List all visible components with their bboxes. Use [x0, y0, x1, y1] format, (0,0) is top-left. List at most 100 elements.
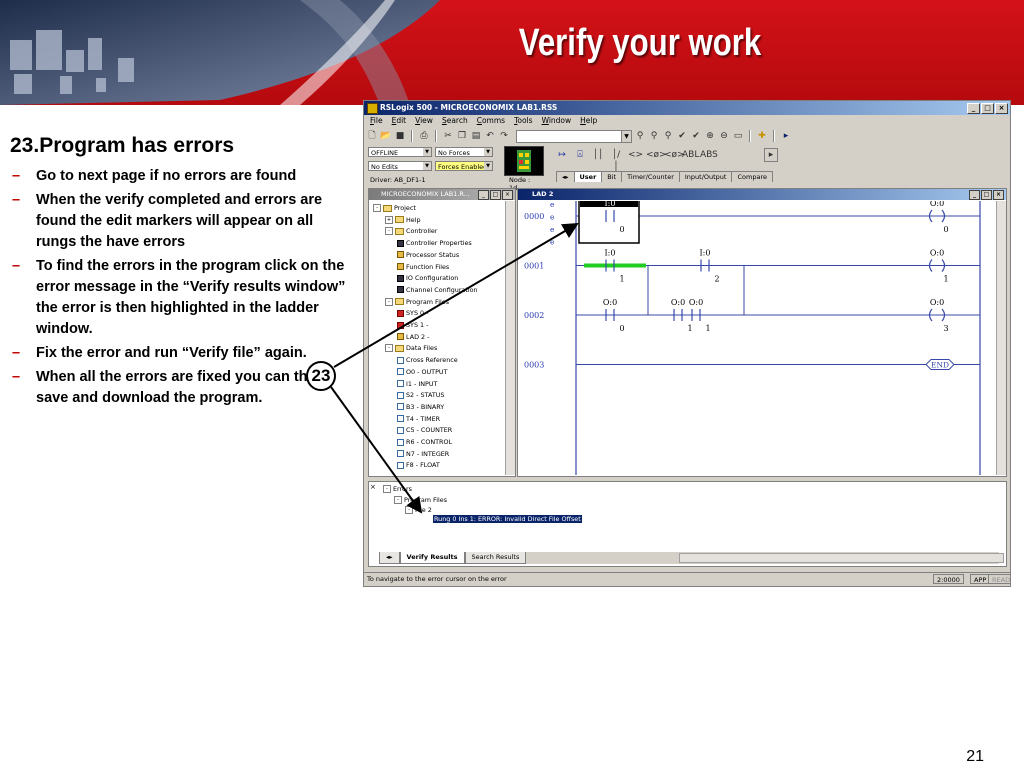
- tree-item[interactable]: + Help: [385, 215, 421, 225]
- tab-scroll-left[interactable]: ◂▸: [556, 171, 575, 182]
- processor-status-icon[interactable]: [504, 146, 544, 176]
- edits-select[interactable]: No Edits ▼: [368, 161, 432, 171]
- zoom-out-icon[interactable]: ⊖: [718, 130, 730, 142]
- chevron-down-icon[interactable]: ▼: [423, 148, 431, 156]
- menu-edit[interactable]: Edit: [392, 115, 407, 127]
- abl-icon[interactable]: ABL: [682, 149, 699, 161]
- chevron-down-icon[interactable]: ▼: [621, 130, 631, 142]
- scroll-right-icon[interactable]: ▸: [764, 148, 778, 162]
- close-button[interactable]: ×: [993, 190, 1004, 200]
- new-icon[interactable]: 🗋: [366, 130, 378, 142]
- forces-enabled-select[interactable]: Forces Enabled ▼: [435, 161, 493, 171]
- branch-icon[interactable]: ⍓: [574, 149, 586, 161]
- window-icon[interactable]: ▭: [732, 130, 744, 142]
- tab-compare[interactable]: Compare: [731, 171, 773, 182]
- tree-item[interactable]: C5 - COUNTER: [397, 425, 452, 435]
- chevron-down-icon[interactable]: ▼: [484, 162, 492, 170]
- search-combo[interactable]: ▼: [516, 129, 632, 143]
- menu-tools[interactable]: Tools: [514, 115, 532, 127]
- undo-icon[interactable]: ↶: [484, 130, 496, 142]
- zoom-in-icon[interactable]: ⊕: [704, 130, 716, 142]
- close-button[interactable]: ×: [502, 190, 513, 200]
- vertical-scrollbar[interactable]: [505, 201, 515, 475]
- mode-select[interactable]: OFFLINE ▼: [368, 147, 432, 157]
- collapse-icon[interactable]: -: [383, 485, 391, 493]
- tab-scroll-left[interactable]: ◂▸: [379, 552, 400, 564]
- tab-verify-results[interactable]: Verify Results: [399, 552, 465, 564]
- tree-item[interactable]: Processor Status: [397, 250, 459, 260]
- save-icon[interactable]: ■: [394, 130, 406, 142]
- horizontal-scrollbar[interactable]: [679, 553, 1004, 563]
- collapse-icon[interactable]: -: [385, 344, 393, 353]
- collapse-icon[interactable]: -: [394, 495, 402, 504]
- copy-icon[interactable]: ❐: [456, 130, 468, 142]
- verify-file-icon[interactable]: ✔: [676, 130, 688, 142]
- print-icon[interactable]: ⎙: [418, 130, 430, 142]
- menu-view[interactable]: View: [415, 115, 433, 127]
- xic-icon[interactable]: ││: [592, 149, 604, 161]
- paste-icon[interactable]: ▤: [470, 130, 482, 142]
- tree-item[interactable]: - Data Files: [385, 343, 437, 353]
- menu-comms[interactable]: Comms: [477, 115, 505, 127]
- tree-item[interactable]: LAD 2 -: [397, 332, 429, 342]
- minimize-button[interactable]: _: [478, 190, 489, 200]
- tree-item[interactable]: S2 - STATUS: [397, 390, 444, 400]
- chevron-down-icon[interactable]: ▼: [484, 148, 492, 156]
- tab-user[interactable]: User: [573, 171, 603, 182]
- redo-icon[interactable]: ↷: [498, 130, 510, 142]
- tree-item[interactable]: SYS 1 -: [397, 320, 428, 330]
- tree-item[interactable]: Cross Reference: [397, 355, 458, 365]
- restore-button[interactable]: □: [981, 103, 994, 114]
- abs-icon[interactable]: ABS: [700, 149, 718, 161]
- tree-item[interactable]: Function Files: [397, 262, 449, 272]
- window-titlebar[interactable]: RSLogix 500 - MICROECONOMIX LAB1.RSS _ □…: [364, 101, 1010, 115]
- tab-search-results[interactable]: Search Results: [464, 552, 527, 564]
- find-next-icon[interactable]: ⚲: [648, 130, 660, 142]
- restore-button[interactable]: □: [981, 190, 992, 200]
- collapse-icon[interactable]: -: [373, 204, 381, 212]
- error-message[interactable]: Rung 0 Ins 1: ERROR: Invalid Direct File…: [433, 514, 582, 524]
- find-icon[interactable]: ⚲: [634, 130, 646, 142]
- verify-project-icon[interactable]: ✔: [690, 130, 702, 142]
- restore-button[interactable]: □: [490, 190, 501, 200]
- tree-item[interactable]: - Project: [373, 203, 416, 213]
- tree-item[interactable]: O0 - OUTPUT: [397, 367, 448, 377]
- chevron-down-icon[interactable]: ▼: [423, 162, 431, 170]
- minimize-button[interactable]: _: [969, 190, 980, 200]
- menu-help[interactable]: Help: [580, 115, 597, 127]
- tree-item[interactable]: R6 - CONTROL: [397, 437, 452, 447]
- chevron-right-icon[interactable]: ▸: [780, 130, 792, 142]
- otu-icon[interactable]: <ø>: [664, 149, 685, 161]
- expand-icon[interactable]: +: [385, 215, 393, 224]
- tab-input-output[interactable]: Input/Output: [678, 171, 733, 182]
- tree-item[interactable]: - Controller: [385, 226, 437, 236]
- replace-icon[interactable]: ⚲: [662, 130, 674, 142]
- tree-item[interactable]: SYS 0 -: [397, 308, 428, 318]
- tab-bit[interactable]: Bit: [601, 171, 623, 182]
- open-icon[interactable]: 📂: [380, 130, 392, 142]
- minimize-button[interactable]: _: [967, 103, 980, 114]
- vertical-scrollbar[interactable]: [996, 201, 1006, 475]
- tree-item[interactable]: Controller Properties: [397, 238, 472, 248]
- menu-file[interactable]: File: [370, 115, 383, 127]
- close-button[interactable]: ×: [995, 103, 1008, 114]
- tree-item[interactable]: - Program Files: [394, 495, 447, 505]
- close-icon[interactable]: ×: [370, 483, 378, 491]
- tree-item[interactable]: - Errors: [383, 484, 412, 494]
- tree-item[interactable]: Channel Configuration: [397, 285, 478, 295]
- add-icon[interactable]: ✚: [756, 130, 768, 142]
- tree-item[interactable]: I1 - INPUT: [397, 379, 437, 389]
- collapse-icon[interactable]: -: [405, 506, 413, 514]
- tree-item[interactable]: N7 - INTEGER: [397, 449, 449, 459]
- otl-icon[interactable]: <ø>: [646, 149, 667, 161]
- menu-window[interactable]: Window: [542, 115, 572, 127]
- new-rung-icon[interactable]: ↦: [556, 149, 568, 161]
- tree-item[interactable]: - File 2: [405, 505, 432, 515]
- ote-icon[interactable]: <>: [628, 149, 643, 161]
- menu-search[interactable]: Search: [442, 115, 468, 127]
- tree-item[interactable]: T4 - TIMER: [397, 414, 440, 424]
- tree-item[interactable]: B3 - BINARY: [397, 402, 444, 412]
- tab-timer-counter[interactable]: Timer/Counter: [621, 171, 680, 182]
- tree-item[interactable]: IO Configuration: [397, 273, 458, 283]
- collapse-icon[interactable]: -: [385, 297, 393, 306]
